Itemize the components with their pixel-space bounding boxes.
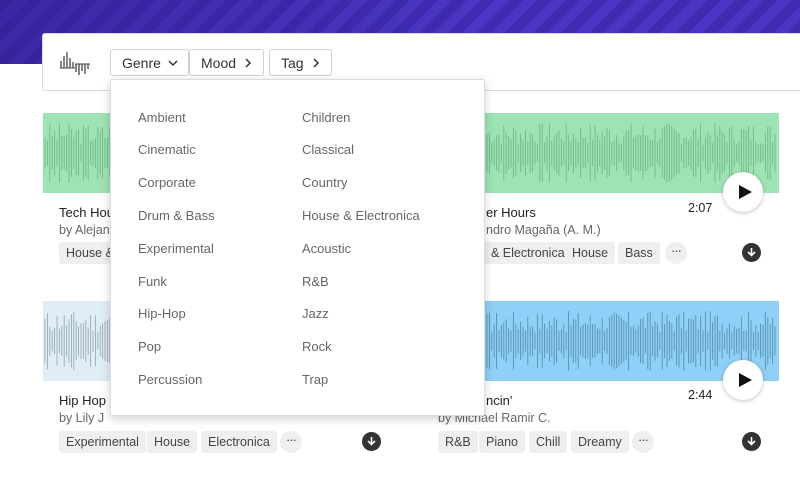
- more-tags-button[interactable]: ···: [665, 242, 687, 264]
- genre-option[interactable]: Pop: [138, 339, 161, 354]
- track-artist[interactable]: by Alejan: [59, 223, 110, 237]
- track-duration: 2:44: [688, 388, 713, 402]
- chevron-right-icon: [245, 57, 252, 68]
- track-tag[interactable]: Piano: [479, 431, 525, 453]
- more-tags-button[interactable]: ···: [632, 431, 654, 453]
- track-tag[interactable]: House: [565, 242, 616, 264]
- track-tag[interactable]: Bass: [618, 242, 660, 264]
- track-tag[interactable]: House: [147, 431, 198, 453]
- more-tags-button[interactable]: ···: [280, 431, 302, 453]
- track-duration: 2:07: [688, 201, 713, 215]
- genre-filter-label: Genre: [122, 54, 161, 71]
- track-tag[interactable]: & Electronica: [484, 242, 572, 264]
- waveform-logo-icon[interactable]: [59, 50, 93, 76]
- genre-option[interactable]: Funk: [138, 274, 167, 289]
- track-tag[interactable]: Chill: [529, 431, 568, 453]
- download-icon: [747, 248, 756, 257]
- genre-option[interactable]: R&B: [302, 274, 329, 289]
- genre-option[interactable]: Drum & Bass: [138, 208, 215, 223]
- track-tag[interactable]: Dreamy: [571, 431, 629, 453]
- download-button[interactable]: [742, 432, 761, 451]
- mood-filter-label: Mood: [201, 54, 237, 71]
- tag-filter-button[interactable]: Tag: [269, 49, 332, 76]
- track-tag[interactable]: R&B: [438, 431, 478, 453]
- tag-filter-label: Tag: [281, 54, 304, 71]
- track-artist[interactable]: by Lily J: [59, 411, 104, 425]
- track-title[interactable]: er Hours: [486, 205, 536, 220]
- genre-option[interactable]: Trap: [302, 372, 328, 387]
- genre-option[interactable]: Corporate: [138, 175, 196, 190]
- play-button[interactable]: [723, 172, 763, 212]
- chevron-down-icon: [168, 59, 178, 66]
- track-tag[interactable]: Electronica: [201, 431, 277, 453]
- track-tag[interactable]: Experimental: [59, 431, 146, 453]
- track-title[interactable]: ncin': [486, 393, 512, 408]
- download-button[interactable]: [742, 243, 761, 262]
- download-icon: [747, 437, 756, 446]
- genre-option[interactable]: Ambient: [138, 110, 186, 125]
- genre-option[interactable]: Percussion: [138, 372, 202, 387]
- chevron-right-icon: [313, 57, 319, 68]
- genre-option[interactable]: Children: [302, 110, 350, 125]
- download-icon: [367, 437, 376, 446]
- track-title[interactable]: Tech Hou: [59, 205, 114, 220]
- track-artist[interactable]: ndro Magaña (A. M.): [486, 223, 601, 237]
- genre-option[interactable]: Country: [302, 175, 348, 190]
- play-icon: [738, 373, 752, 387]
- genre-option[interactable]: House & Electronica: [302, 208, 420, 223]
- genre-option[interactable]: Classical: [302, 142, 354, 157]
- genre-option[interactable]: Jazz: [302, 306, 329, 321]
- genre-option[interactable]: Hip-Hop: [138, 306, 186, 321]
- play-icon: [738, 185, 752, 199]
- genre-filter-button[interactable]: Genre: [110, 49, 189, 76]
- genre-option[interactable]: Rock: [302, 339, 332, 354]
- genre-option[interactable]: Cinematic: [138, 142, 196, 157]
- play-button[interactable]: [723, 360, 763, 400]
- download-button[interactable]: [362, 432, 381, 451]
- mood-filter-button[interactable]: Mood: [189, 49, 265, 76]
- genre-option[interactable]: Experimental: [138, 241, 214, 256]
- genre-dropdown-menu: Ambient Cinematic Corporate Drum & Bass …: [110, 79, 485, 416]
- genre-option[interactable]: Acoustic: [302, 241, 351, 256]
